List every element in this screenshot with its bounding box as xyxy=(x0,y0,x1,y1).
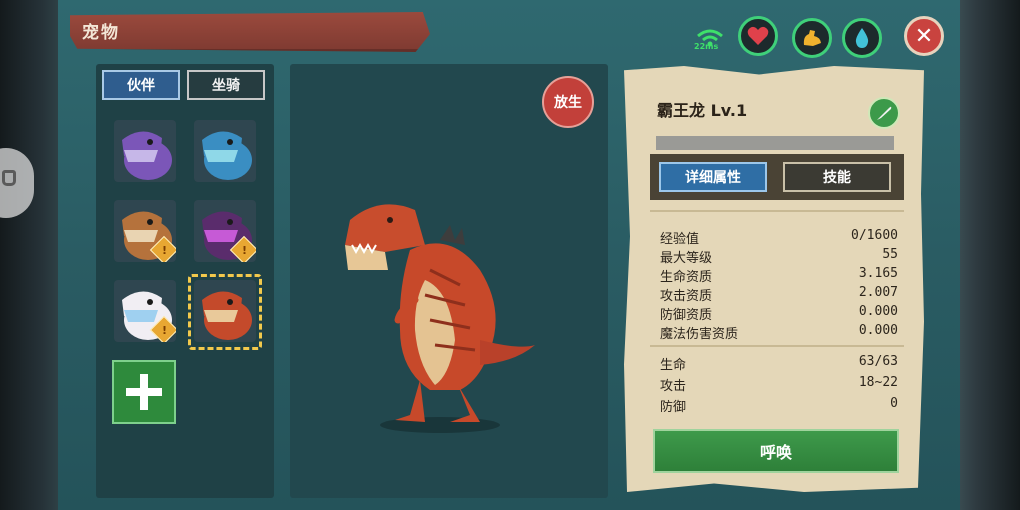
stat-value: 0.000 xyxy=(858,323,898,338)
lock-icon xyxy=(2,170,16,186)
stat-label: 防御资质 xyxy=(660,308,713,323)
pet-slot-purple-beast[interactable]: ! xyxy=(194,200,256,262)
divider xyxy=(650,345,904,347)
stat-label: 攻击资质 xyxy=(660,289,713,304)
stat-label: 生命资质 xyxy=(660,270,713,285)
add-pet-button[interactable] xyxy=(112,360,176,424)
close-button[interactable]: ✕ xyxy=(904,16,944,56)
stat-row: 生命 63/63 xyxy=(660,354,898,373)
stat-row: 防御资质 0.000 xyxy=(660,304,898,323)
stat-row: 最大等级 55 xyxy=(660,247,898,266)
tab-mount[interactable]: 坐骑 xyxy=(187,70,265,100)
stat-row: 攻击 18~22 xyxy=(660,375,898,394)
selected-pet-frame xyxy=(188,274,262,350)
tab-skills[interactable]: 技能 xyxy=(783,162,891,192)
stat-row: 攻击资质 2.007 xyxy=(660,285,898,304)
badge-mark: ! xyxy=(241,244,247,257)
ping-text: 22ms xyxy=(694,42,719,51)
pet-slot-purple-trex[interactable] xyxy=(114,120,176,182)
background-right xyxy=(958,0,1020,510)
heart-button[interactable] xyxy=(738,16,778,56)
stat-label: 魔法伤害资质 xyxy=(660,327,739,342)
stat-label: 经验值 xyxy=(660,232,700,247)
pet-slot-white-rabbit[interactable]: ! xyxy=(114,280,176,342)
stat-row: 魔法伤害资质 0.000 xyxy=(660,323,898,342)
title-banner xyxy=(70,12,430,52)
pet-portrait xyxy=(114,120,176,182)
stat-row: 经验值 0/1600 xyxy=(660,228,898,247)
experience-bar xyxy=(656,136,894,150)
badge-mark: ! xyxy=(161,244,167,257)
stat-value: 0/1600 xyxy=(851,228,898,243)
pet-portrait xyxy=(194,120,256,182)
stat-label: 最大等级 xyxy=(660,251,713,266)
tab-details[interactable]: 详细属性 xyxy=(659,162,767,192)
window-title: 宠物 xyxy=(82,23,120,43)
stat-value: 63/63 xyxy=(858,354,898,369)
stat-label: 攻击 xyxy=(660,379,687,394)
background-left xyxy=(0,0,60,510)
pet-name-level: 霸王龙 Lv.1 xyxy=(657,101,748,120)
plus-icon xyxy=(126,374,162,410)
divider xyxy=(650,210,904,212)
close-icon: ✕ xyxy=(914,23,934,49)
pet-slot-blue-frill-dino[interactable] xyxy=(194,120,256,182)
stat-row: 防御 0 xyxy=(660,396,898,415)
stat-label: 防御 xyxy=(660,400,687,415)
release-button[interactable]: 放生 xyxy=(542,76,594,128)
arm-icon xyxy=(803,30,821,46)
water-drop-icon xyxy=(855,28,869,48)
heart-icon xyxy=(747,26,769,45)
pet-model xyxy=(345,204,535,433)
water-button[interactable] xyxy=(842,18,882,58)
stat-row: 生命资质 3.165 xyxy=(660,266,898,285)
badge-mark: ! xyxy=(161,324,167,337)
stat-value: 18~22 xyxy=(858,375,898,390)
tab-partner[interactable]: 伙伴 xyxy=(102,70,180,100)
stat-value: 2.007 xyxy=(858,285,898,300)
quill-icon xyxy=(877,106,892,120)
strength-button[interactable] xyxy=(792,18,832,58)
stat-value: 0 xyxy=(890,396,898,411)
stat-value: 3.165 xyxy=(858,266,898,281)
stat-value: 0.000 xyxy=(858,304,898,319)
summon-button[interactable]: 呼唤 xyxy=(653,429,899,473)
pet-slot-armored-wolf[interactable]: ! xyxy=(114,200,176,262)
stat-label: 生命 xyxy=(660,358,687,373)
stat-value: 55 xyxy=(882,247,898,262)
rename-button[interactable] xyxy=(868,97,900,129)
